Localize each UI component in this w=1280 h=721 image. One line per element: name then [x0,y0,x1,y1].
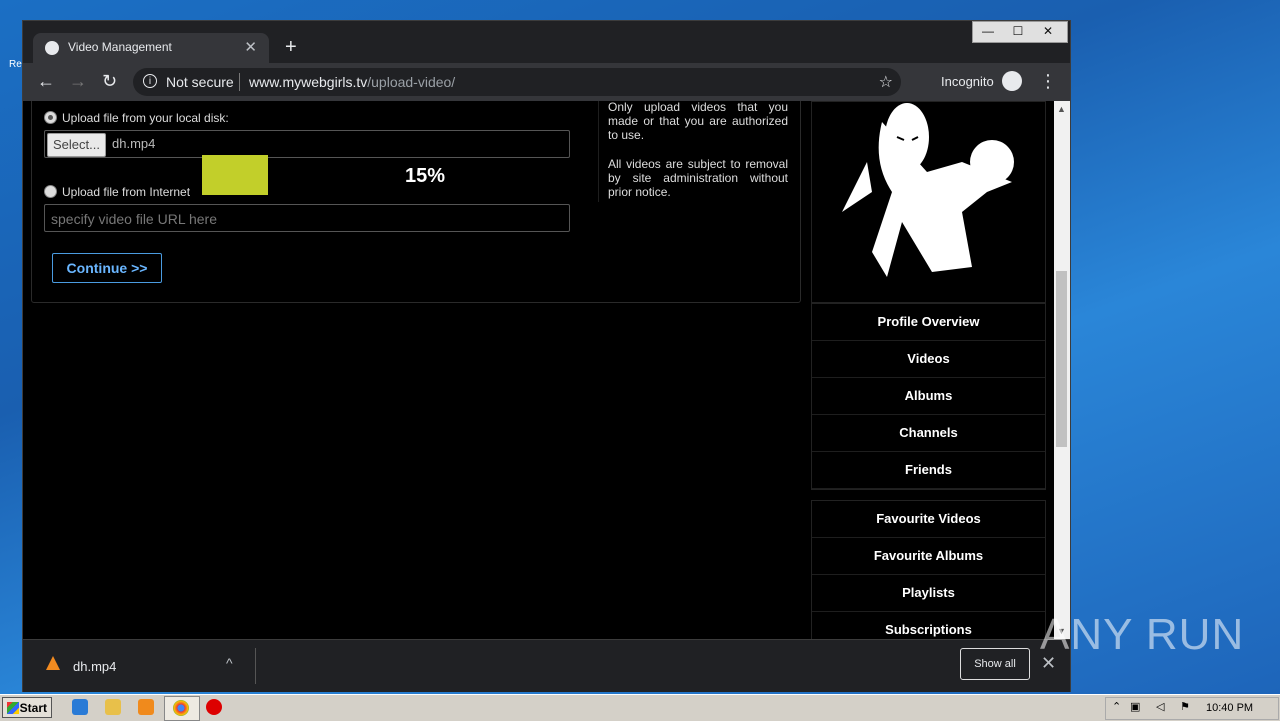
continue-button[interactable]: Continue >> [52,253,162,283]
profile-image[interactable] [811,101,1046,303]
scrollbar-thumb[interactable] [1056,271,1067,447]
menu-profile-overview[interactable]: Profile Overview [812,304,1045,341]
menu-subscriptions[interactable]: Subscriptions [812,612,1045,639]
menu-favourite-albums[interactable]: Favourite Albums [812,538,1045,575]
omnibox[interactable]: i Not secure www.mywebgirls.tv/upload-vi… [133,68,901,96]
upload-notice: Only upload videos that you made or that… [608,101,788,199]
network-icon[interactable]: ▣ [1130,700,1140,713]
taskbar: Start ⌃ ▣ ◁ ⚑ 10:40 PM [0,694,1280,721]
url-placeholder: specify video file URL here [51,211,218,227]
reload-button[interactable]: ↻ [102,71,117,92]
video-url-input[interactable]: specify video file URL here [44,204,570,232]
window-controls: — ☐ ✕ [972,21,1068,43]
download-file-name[interactable]: dh.mp4 [73,659,116,674]
upload-progress-bar [202,155,268,195]
favourites-menu: Favourite Videos Favourite Albums Playli… [811,500,1046,639]
download-options-chevron-icon[interactable]: ^ [226,655,233,671]
ie-icon[interactable] [72,699,88,715]
menu-channels[interactable]: Channels [812,415,1045,452]
menu-videos[interactable]: Videos [812,341,1045,378]
chrome-icon [173,700,189,716]
menu-playlists[interactable]: Playlists [812,575,1045,612]
profile-artwork [842,103,1014,277]
internet-label: Upload file from Internet [62,185,191,199]
page-scrollbar[interactable]: ▲ ▼ [1054,101,1070,639]
explorer-icon[interactable] [105,699,121,715]
vlc-file-icon [46,656,60,670]
upload-progress-text: 15% [405,165,446,187]
menu-favourite-videos[interactable]: Favourite Videos [812,501,1045,538]
upload-panel: Upload file from your local disk: Select… [31,101,801,303]
security-label: Not secure [166,74,234,90]
back-button[interactable]: ← [37,71,55,92]
url-text: www.mywebgirls.tv/upload-video/ [249,74,455,90]
flag-icon[interactable]: ⚑ [1180,700,1190,713]
taskbar-clock[interactable]: 10:40 PM [1206,702,1253,714]
file-input[interactable]: Select... dh.mp4 [44,130,570,158]
notice-authorized: Only upload videos that you made or that… [608,101,788,142]
bookmark-star-icon[interactable]: ☆ [879,72,893,92]
internet-radio[interactable] [44,185,57,198]
new-tab-button[interactable]: + [285,36,297,59]
start-button[interactable]: Start [2,697,52,718]
chrome-taskbar-button[interactable] [164,696,200,721]
minimize-button[interactable]: — [973,22,1003,40]
selected-file-name: dh.mp4 [112,136,156,151]
info-icon[interactable]: i [143,74,157,88]
tab-strip: Video Management ✕ + — ☐ ✕ [23,21,1070,63]
menu-albums[interactable]: Albums [812,378,1045,415]
anyrun-watermark: ANY RUN [1040,610,1245,659]
tab-title: Video Management [68,40,172,54]
scroll-up-arrow-icon[interactable]: ▲ [1057,104,1066,114]
omnibox-divider [239,73,240,91]
download-bar: dh.mp4 ^ Show all ✕ [23,639,1070,692]
tab-close-icon[interactable]: ✕ [244,38,257,56]
browser-window: Video Management ✕ + — ☐ ✕ ← → ↻ i Not sec… [22,20,1071,692]
local-disk-label: Upload file from your local disk: [62,111,229,125]
show-all-button[interactable]: Show all [960,648,1030,680]
notice-divider [598,101,599,202]
browser-toolbar: ← → ↻ i Not secure www.mywebgirls.tv/upl… [23,63,1070,101]
system-tray: ⌃ ▣ ◁ ⚑ 10:40 PM [1105,697,1279,720]
url-host: www.mywebgirls.tv [249,74,368,90]
local-disk-radio[interactable] [44,111,57,124]
page-viewport: Upload file from your local disk: Select… [23,101,1054,639]
forward-button[interactable]: → [69,71,87,92]
globe-icon [45,41,59,55]
maximize-button[interactable]: ☐ [1003,22,1033,40]
download-divider [255,648,256,684]
incognito-label: Incognito [941,74,994,89]
volume-icon[interactable]: ◁ [1156,700,1164,713]
media-player-icon[interactable] [138,699,154,715]
select-file-button[interactable]: Select... [47,133,106,157]
incognito-icon[interactable] [1002,71,1022,91]
close-window-button[interactable]: ✕ [1033,22,1063,40]
browser-menu-icon[interactable]: ⋮ [1039,71,1057,92]
tab-video-management[interactable]: Video Management ✕ [33,33,269,63]
url-path: /upload-video/ [367,74,456,90]
tray-expand-icon[interactable]: ⌃ [1112,700,1121,713]
menu-friends[interactable]: Friends [812,452,1045,489]
profile-menu: Profile Overview Videos Albums Channels … [811,303,1046,490]
desktop-label-recycle: Re [9,59,22,70]
opera-icon[interactable] [206,699,222,715]
notice-removal: All videos are subject to removal by sit… [608,157,788,199]
